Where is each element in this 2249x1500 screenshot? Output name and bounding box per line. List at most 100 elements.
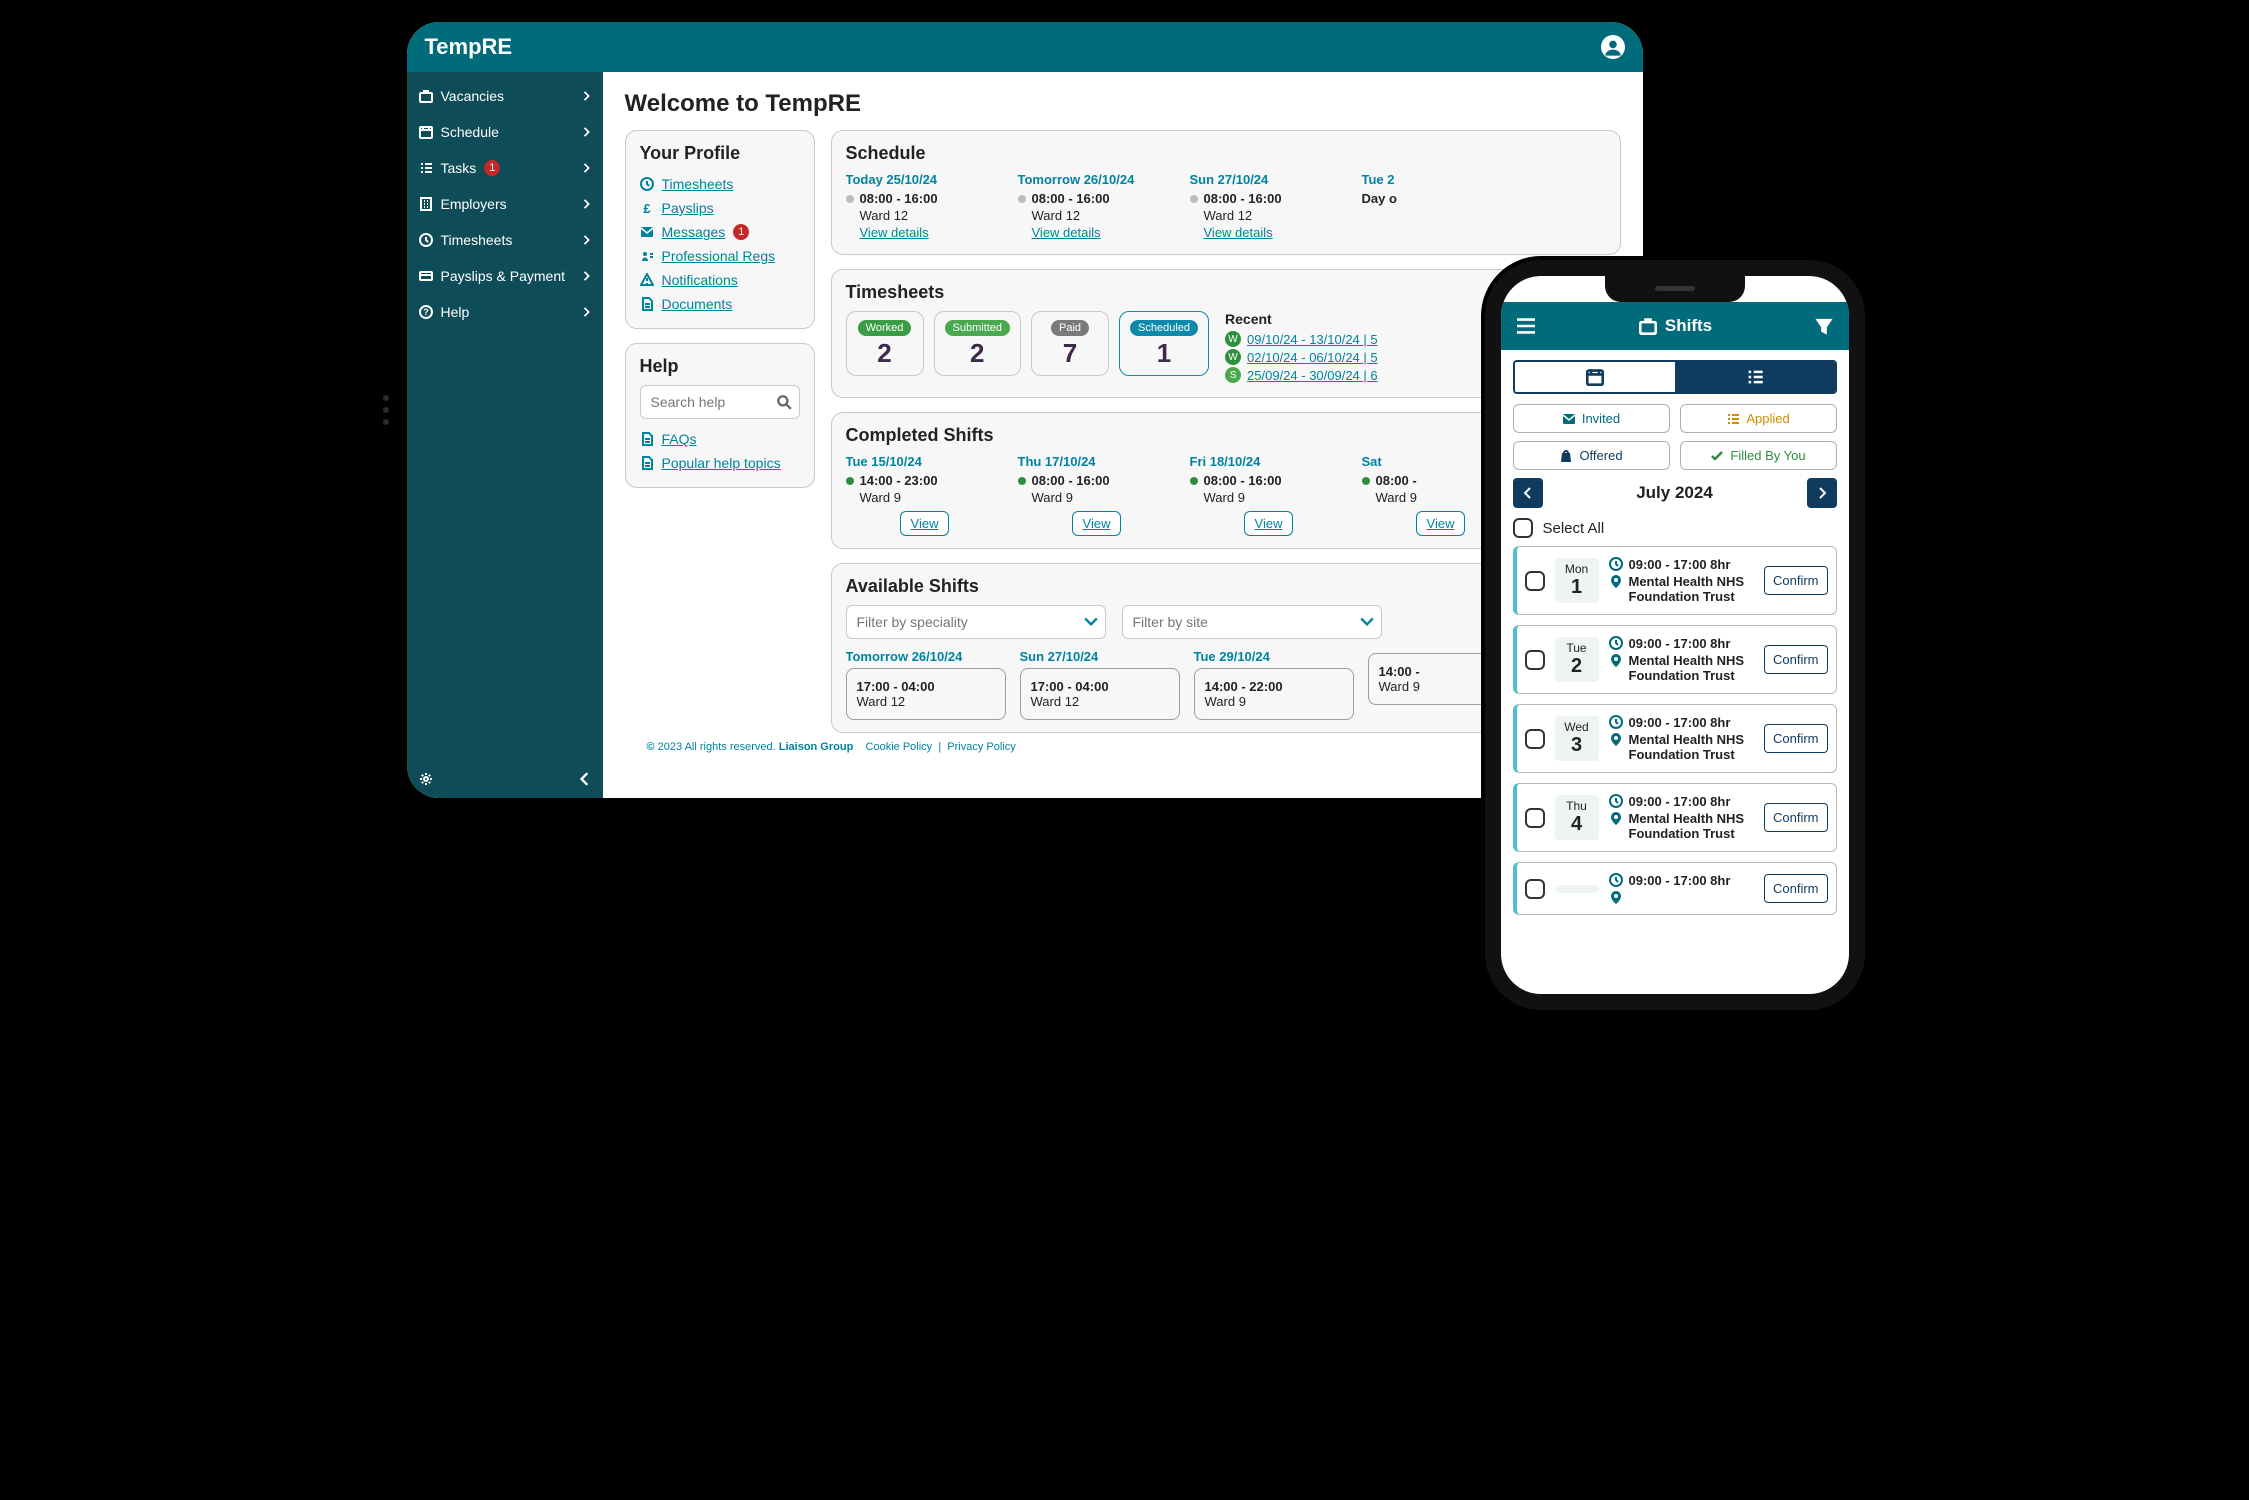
view-button[interactable]: View bbox=[1416, 511, 1466, 536]
help-link[interactable]: Popular help topics bbox=[662, 455, 781, 471]
footer-privacy-link[interactable]: Privacy Policy bbox=[947, 741, 1015, 753]
shift-card: Tue2 09:00 - 17:00 8hr Mental Health NHS… bbox=[1513, 625, 1837, 694]
completed-slot: Fri 18/10/24 08:00 - 16:00 Ward 9 View bbox=[1190, 454, 1348, 536]
day-cell: Thu4 bbox=[1555, 795, 1599, 840]
profile-link-notifications[interactable]: Notifications bbox=[662, 272, 738, 288]
shift-checkbox[interactable] bbox=[1525, 571, 1545, 591]
profile-link-messages[interactable]: Messages bbox=[662, 224, 726, 240]
profile-link-professional-regs[interactable]: Professional Regs bbox=[662, 248, 776, 264]
view-button[interactable]: View bbox=[1244, 511, 1294, 536]
available-shift[interactable]: 17:00 - 04:00Ward 12 bbox=[846, 668, 1006, 720]
shift-card: 09:00 - 17:00 8hr Confirm bbox=[1513, 862, 1837, 915]
available-shift[interactable]: 17:00 - 04:00Ward 12 bbox=[1020, 668, 1180, 720]
help-link[interactable]: FAQs bbox=[662, 431, 697, 447]
timesheet-count[interactable]: Paid7 bbox=[1031, 311, 1109, 376]
shift-card: Mon1 09:00 - 17:00 8hr Mental Health NHS… bbox=[1513, 546, 1837, 615]
state-invited[interactable]: Invited bbox=[1513, 404, 1670, 433]
confirm-button[interactable]: Confirm bbox=[1764, 645, 1828, 674]
profile-link-payslips[interactable]: Payslips bbox=[662, 200, 714, 216]
schedule-slot: Tue 2 Day o bbox=[1362, 172, 1520, 242]
profile-link-timesheets[interactable]: Timesheets bbox=[662, 176, 734, 192]
sidebar-item-schedule[interactable]: Schedule bbox=[407, 114, 603, 150]
brand-logo: TempRE bbox=[425, 34, 513, 60]
confirm-button[interactable]: Confirm bbox=[1764, 566, 1828, 595]
status-dot bbox=[1018, 195, 1026, 203]
filter-button[interactable] bbox=[1814, 316, 1834, 336]
filter-site[interactable] bbox=[1122, 605, 1382, 639]
list-view-tab[interactable] bbox=[1675, 362, 1835, 392]
confirm-button[interactable]: Confirm bbox=[1764, 874, 1828, 903]
recent-title: Recent bbox=[1225, 311, 1378, 327]
shift-checkbox[interactable] bbox=[1525, 650, 1545, 670]
person-card-icon bbox=[640, 249, 654, 263]
footer-cookie-link[interactable]: Cookie Policy bbox=[866, 741, 933, 753]
select-all-row[interactable]: Select All bbox=[1513, 518, 1837, 538]
view-details-link[interactable]: View details bbox=[1204, 225, 1273, 240]
sidebar: VacanciesScheduleTasks1EmployersTimeshee… bbox=[407, 72, 603, 798]
status-dot bbox=[846, 477, 854, 485]
tablet-frame: TempRE VacanciesScheduleTasks1EmployersT… bbox=[375, 0, 1675, 830]
chevron-right-icon bbox=[583, 235, 591, 245]
clock-icon bbox=[1609, 873, 1623, 887]
alert-icon bbox=[640, 273, 654, 287]
phone-notch bbox=[1605, 276, 1745, 302]
pin-icon bbox=[1609, 890, 1623, 904]
view-button[interactable]: View bbox=[900, 511, 950, 536]
settings-button[interactable] bbox=[419, 772, 433, 786]
collapse-sidebar-button[interactable] bbox=[579, 772, 591, 786]
prev-month-button[interactable] bbox=[1513, 478, 1543, 508]
next-month-button[interactable] bbox=[1807, 478, 1837, 508]
timesheet-count[interactable]: Submitted2 bbox=[934, 311, 1022, 376]
timesheet-count[interactable]: Scheduled1 bbox=[1119, 311, 1209, 376]
pin-icon bbox=[1609, 574, 1623, 588]
day-cell: Mon1 bbox=[1555, 558, 1599, 603]
shift-card: Wed3 09:00 - 17:00 8hr Mental Health NHS… bbox=[1513, 704, 1837, 773]
shift-card: Thu4 09:00 - 17:00 8hr Mental Health NHS… bbox=[1513, 783, 1837, 852]
recent-timesheet-link[interactable]: 02/10/24 - 06/10/24 | 5 bbox=[1247, 350, 1378, 365]
phone-frame: Shifts Invited Applied Offered Filled By… bbox=[1485, 260, 1865, 1010]
status-dot bbox=[1362, 477, 1370, 485]
state-applied[interactable]: Applied bbox=[1680, 404, 1837, 433]
pin-icon bbox=[1609, 653, 1623, 667]
chevron-right-icon bbox=[583, 307, 591, 317]
hamburger-button[interactable] bbox=[1515, 317, 1537, 335]
shift-checkbox[interactable] bbox=[1525, 879, 1545, 899]
confirm-button[interactable]: Confirm bbox=[1764, 803, 1828, 832]
state-filled[interactable]: Filled By You bbox=[1680, 441, 1837, 470]
state-offered[interactable]: Offered bbox=[1513, 441, 1670, 470]
doc-icon bbox=[640, 297, 654, 311]
view-details-link[interactable]: View details bbox=[860, 225, 929, 240]
badge: 1 bbox=[484, 160, 500, 176]
calendar-view-tab[interactable] bbox=[1515, 362, 1675, 392]
footer-liaison-link[interactable]: Liaison Group bbox=[779, 741, 854, 753]
view-details-link[interactable]: View details bbox=[1032, 225, 1101, 240]
confirm-button[interactable]: Confirm bbox=[1764, 724, 1828, 753]
available-shift[interactable]: 14:00 - 22:00Ward 9 bbox=[1194, 668, 1354, 720]
select-all-checkbox[interactable] bbox=[1513, 518, 1533, 538]
status-dot bbox=[846, 195, 854, 203]
recent-timesheet-link[interactable]: 09/10/24 - 13/10/24 | 5 bbox=[1247, 332, 1378, 347]
profile-card: Your Profile TimesheetsPayslipsMessages1… bbox=[625, 130, 815, 329]
sidebar-item-timesheets[interactable]: Timesheets bbox=[407, 222, 603, 258]
sidebar-item-tasks[interactable]: Tasks1 bbox=[407, 150, 603, 186]
sidebar-item-employers[interactable]: Employers bbox=[407, 186, 603, 222]
search-icon bbox=[776, 394, 792, 410]
recent-timesheet-link[interactable]: 25/09/24 - 30/09/24 | 6 bbox=[1247, 368, 1378, 383]
chevron-right-icon bbox=[583, 163, 591, 173]
profile-link-documents[interactable]: Documents bbox=[662, 296, 733, 312]
view-toggle[interactable] bbox=[1513, 360, 1837, 394]
filter-speciality[interactable] bbox=[846, 605, 1106, 639]
profile-avatar-button[interactable] bbox=[1601, 35, 1625, 59]
app-header: TempRE bbox=[407, 22, 1643, 72]
shift-checkbox[interactable] bbox=[1525, 808, 1545, 828]
sidebar-item-vacancies[interactable]: Vacancies bbox=[407, 78, 603, 114]
clock-icon bbox=[640, 177, 654, 191]
shift-checkbox[interactable] bbox=[1525, 729, 1545, 749]
timesheet-count[interactable]: Worked2 bbox=[846, 311, 924, 376]
clock-icon bbox=[1609, 636, 1623, 650]
view-button[interactable]: View bbox=[1072, 511, 1122, 536]
profile-title: Your Profile bbox=[640, 143, 800, 164]
sidebar-item-help[interactable]: Help bbox=[407, 294, 603, 330]
status-badge: W bbox=[1225, 349, 1241, 365]
sidebar-item-payslips-payment[interactable]: Payslips & Payment bbox=[407, 258, 603, 294]
